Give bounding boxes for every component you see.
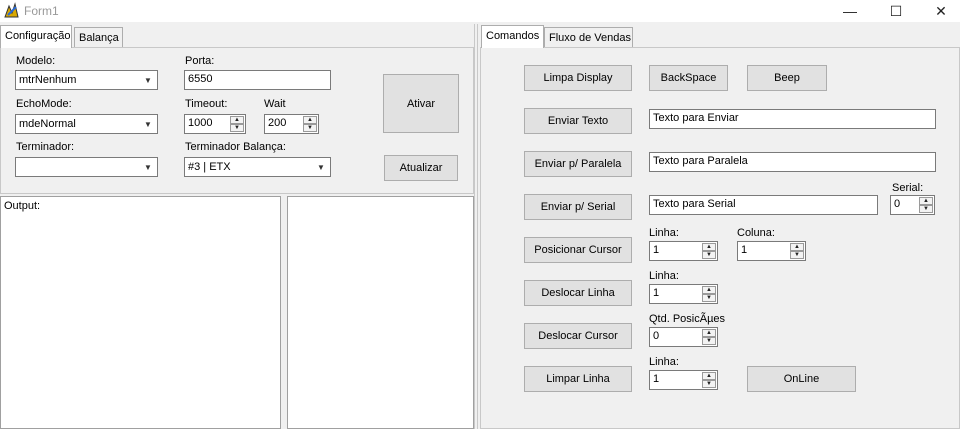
app-icon: [3, 2, 20, 19]
echomode-value: mdeNormal: [19, 118, 76, 130]
terminador-balanca-label: Terminador Balança:: [185, 141, 286, 153]
spin-down-icon[interactable]: ▼: [790, 251, 804, 259]
enviar-texto-input[interactable]: Texto para Enviar: [649, 109, 936, 129]
beep-button[interactable]: Beep: [747, 65, 827, 91]
enviar-serial-input[interactable]: Texto para Serial: [649, 195, 878, 215]
timeout-label: Timeout:: [185, 98, 228, 110]
deslocar-cursor-spin[interactable]: 0 ▲ ▼: [649, 327, 718, 347]
output-label: Output:: [4, 200, 41, 212]
serial-spin[interactable]: 0 ▲ ▼: [890, 195, 935, 215]
chevron-down-icon: ▼: [317, 162, 325, 172]
title-bar: [0, 0, 960, 22]
spin-down-icon[interactable]: ▼: [702, 251, 716, 259]
posicionar-cursor-button[interactable]: Posicionar Cursor: [524, 237, 632, 263]
secondary-memo[interactable]: [287, 196, 474, 429]
linha-label: Linha:: [649, 270, 679, 282]
close-button[interactable]: ✕: [918, 0, 960, 22]
deslocar-linha-spin[interactable]: 1 ▲ ▼: [649, 284, 718, 304]
spin-down-icon[interactable]: ▼: [702, 337, 716, 345]
enviar-serial-button[interactable]: Enviar p/ Serial: [524, 194, 632, 220]
linha-label: Linha:: [649, 356, 679, 368]
tab-fluxo-de-vendas[interactable]: Fluxo de Vendas: [544, 27, 633, 48]
posicionar-coluna-value: 1: [741, 244, 748, 256]
spin-down-icon[interactable]: ▼: [919, 205, 933, 213]
deslocar-cursor-button[interactable]: Deslocar Cursor: [524, 323, 632, 349]
main-splitter[interactable]: [474, 24, 478, 429]
porta-label: Porta:: [185, 55, 215, 67]
deslocar-cursor-value: 0: [653, 330, 660, 342]
posicionar-linha-value: 1: [653, 244, 660, 256]
ativar-button[interactable]: Ativar: [383, 74, 459, 133]
chevron-down-icon: ▼: [144, 162, 152, 172]
spin-down-icon[interactable]: ▼: [230, 124, 244, 132]
spin-up-icon[interactable]: ▲: [702, 329, 716, 337]
terminador-balanca-select[interactable]: #3 | ETX ▼: [184, 157, 331, 177]
posicionar-linha-spin[interactable]: 1 ▲ ▼: [649, 241, 718, 261]
echomode-label: EchoMode:: [16, 98, 72, 110]
tab-balanca[interactable]: Balança: [74, 27, 123, 48]
atualizar-button[interactable]: Atualizar: [384, 155, 458, 181]
serial-label: Serial:: [892, 182, 924, 194]
limpa-display-button[interactable]: Limpa Display: [524, 65, 632, 91]
spin-up-icon[interactable]: ▲: [230, 116, 244, 124]
tab-configuracao[interactable]: Configuração: [0, 25, 72, 48]
minimize-button[interactable]: —: [827, 0, 873, 22]
maximize-button[interactable]: ☐: [873, 0, 919, 22]
terminador-balanca-value: #3 | ETX: [188, 161, 231, 173]
modelo-label: Modelo:: [16, 55, 56, 67]
modelo-value: mtrNenhum: [19, 74, 77, 86]
limpar-linha-spin[interactable]: 1 ▲ ▼: [649, 370, 718, 390]
linha-label: Linha:: [649, 227, 679, 239]
serial-value: 0: [894, 198, 901, 210]
limpar-linha-button[interactable]: Limpar Linha: [524, 366, 632, 392]
modelo-select[interactable]: mtrNenhum ▼: [15, 70, 158, 90]
backspace-button[interactable]: BackSpace: [649, 65, 728, 91]
spin-up-icon[interactable]: ▲: [702, 372, 716, 380]
wait-spin[interactable]: 200 ▲ ▼: [264, 114, 319, 134]
chevron-down-icon: ▼: [144, 119, 152, 129]
echomode-select[interactable]: mdeNormal ▼: [15, 114, 158, 134]
wait-label: Wait: [264, 98, 286, 110]
online-button[interactable]: OnLine: [747, 366, 856, 392]
spin-up-icon[interactable]: ▲: [702, 243, 716, 251]
porta-input[interactable]: 6550: [184, 70, 331, 90]
enviar-texto-button[interactable]: Enviar Texto: [524, 108, 632, 134]
window-title: Form1: [24, 4, 59, 18]
timeout-spin[interactable]: 1000 ▲ ▼: [184, 114, 246, 134]
terminador-select[interactable]: ▼: [15, 157, 158, 177]
tab-comandos[interactable]: Comandos: [481, 25, 544, 48]
coluna-label: Coluna:: [737, 227, 775, 239]
spin-up-icon[interactable]: ▲: [919, 197, 933, 205]
posicionar-coluna-spin[interactable]: 1 ▲ ▼: [737, 241, 806, 261]
spin-up-icon[interactable]: ▲: [702, 286, 716, 294]
spin-down-icon[interactable]: ▼: [702, 380, 716, 388]
deslocar-linha-value: 1: [653, 287, 660, 299]
spin-up-icon[interactable]: ▲: [790, 243, 804, 251]
limpar-linha-value: 1: [653, 373, 660, 385]
enviar-paralela-input[interactable]: Texto para Paralela: [649, 152, 936, 172]
spin-down-icon[interactable]: ▼: [303, 124, 317, 132]
spin-down-icon[interactable]: ▼: [702, 294, 716, 302]
timeout-value: 1000: [188, 117, 213, 129]
qtd-posicoes-label: Qtd. PosicÃµes: [649, 313, 726, 325]
terminador-label: Terminador:: [16, 141, 75, 153]
wait-value: 200: [268, 117, 287, 129]
output-memo[interactable]: Output:: [0, 196, 281, 429]
enviar-paralela-button[interactable]: Enviar p/ Paralela: [524, 151, 632, 177]
chevron-down-icon: ▼: [144, 75, 152, 85]
spin-up-icon[interactable]: ▲: [303, 116, 317, 124]
deslocar-linha-button[interactable]: Deslocar Linha: [524, 280, 632, 306]
